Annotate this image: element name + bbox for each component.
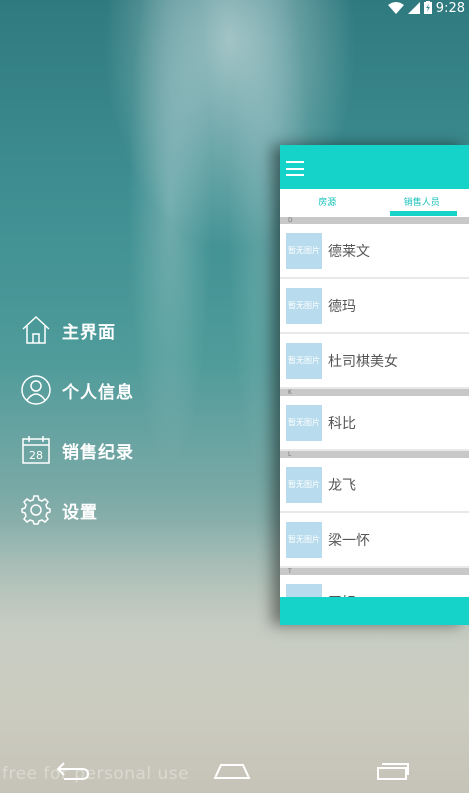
status-time: 9:28	[435, 0, 465, 16]
section-header: L	[280, 451, 469, 458]
list-item-name: 科比	[328, 415, 356, 432]
drawer-item-label: 销售纪录	[62, 442, 134, 463]
drawer-item-sales-records[interactable]: 28 销售纪录	[20, 420, 134, 480]
calendar-icon-text: 28	[29, 449, 43, 462]
drawer-item-settings[interactable]: 设置	[20, 480, 134, 540]
list-item[interactable]: 暂无图片 龙飞	[280, 458, 469, 513]
list-item-name: 梁一怀	[328, 532, 370, 549]
list-item-name: 龙飞	[328, 477, 356, 494]
tab-listings[interactable]: 房源	[280, 189, 375, 217]
list-item[interactable]: 暂无图片 梁一怀	[280, 513, 469, 568]
calendar-icon: 28	[20, 434, 52, 466]
person-icon	[20, 374, 52, 406]
content-panel: 房源 销售人员 D 暂无图片 德莱文 暂无图片 德玛 暂无图片 杜司棋美女 K …	[280, 145, 469, 625]
panel-footer-bar	[280, 597, 469, 625]
tab-bar: 房源 销售人员	[280, 189, 469, 217]
home-icon	[20, 314, 52, 346]
wifi-icon	[387, 0, 404, 18]
battery-charging-icon	[423, 0, 432, 18]
back-icon[interactable]	[52, 759, 92, 783]
thumbnail-placeholder: 暂无图片	[286, 287, 322, 324]
thumbnail-placeholder: 暂无图片	[286, 232, 322, 269]
tab-indicator	[390, 211, 457, 216]
drawer-menu: 主界面 个人信息 28 销售纪录 设置	[20, 300, 134, 540]
list-item-name: 杜司棋美女	[328, 353, 398, 370]
list-item[interactable]: 暂无图片 德莱文	[280, 224, 469, 279]
drawer-item-home[interactable]: 主界面	[20, 300, 134, 360]
toolbar	[280, 145, 469, 189]
section-header: D	[280, 217, 469, 224]
thumbnail-placeholder: 暂无图片	[286, 521, 322, 558]
drawer-item-label: 设置	[62, 502, 98, 523]
drawer-item-profile[interactable]: 个人信息	[20, 360, 134, 420]
recent-apps-icon[interactable]	[372, 759, 412, 783]
thumbnail-placeholder: 暂无图片	[286, 466, 322, 503]
drawer-item-label: 个人信息	[62, 382, 134, 403]
signal-icon	[407, 0, 420, 18]
list-item[interactable]: 暂无图片 德玛	[280, 279, 469, 334]
navigation-bar	[0, 745, 469, 793]
status-bar: 9:28	[0, 0, 469, 16]
gear-icon	[20, 494, 52, 526]
thumbnail-placeholder: 暂无图片	[286, 404, 322, 441]
list-item-name: 德莱文	[328, 243, 370, 260]
list-item[interactable]: 暂无图片 杜司棋美女	[280, 334, 469, 389]
list-item[interactable]: 暂无图片 科比	[280, 396, 469, 451]
section-header: T	[280, 568, 469, 575]
list-item-name: 德玛	[328, 298, 356, 315]
thumbnail-placeholder: 暂无图片	[286, 342, 322, 379]
home-button-icon[interactable]	[212, 759, 252, 783]
section-header: K	[280, 389, 469, 396]
drawer-item-label: 主界面	[62, 322, 116, 343]
hamburger-menu-icon[interactable]	[286, 161, 304, 176]
